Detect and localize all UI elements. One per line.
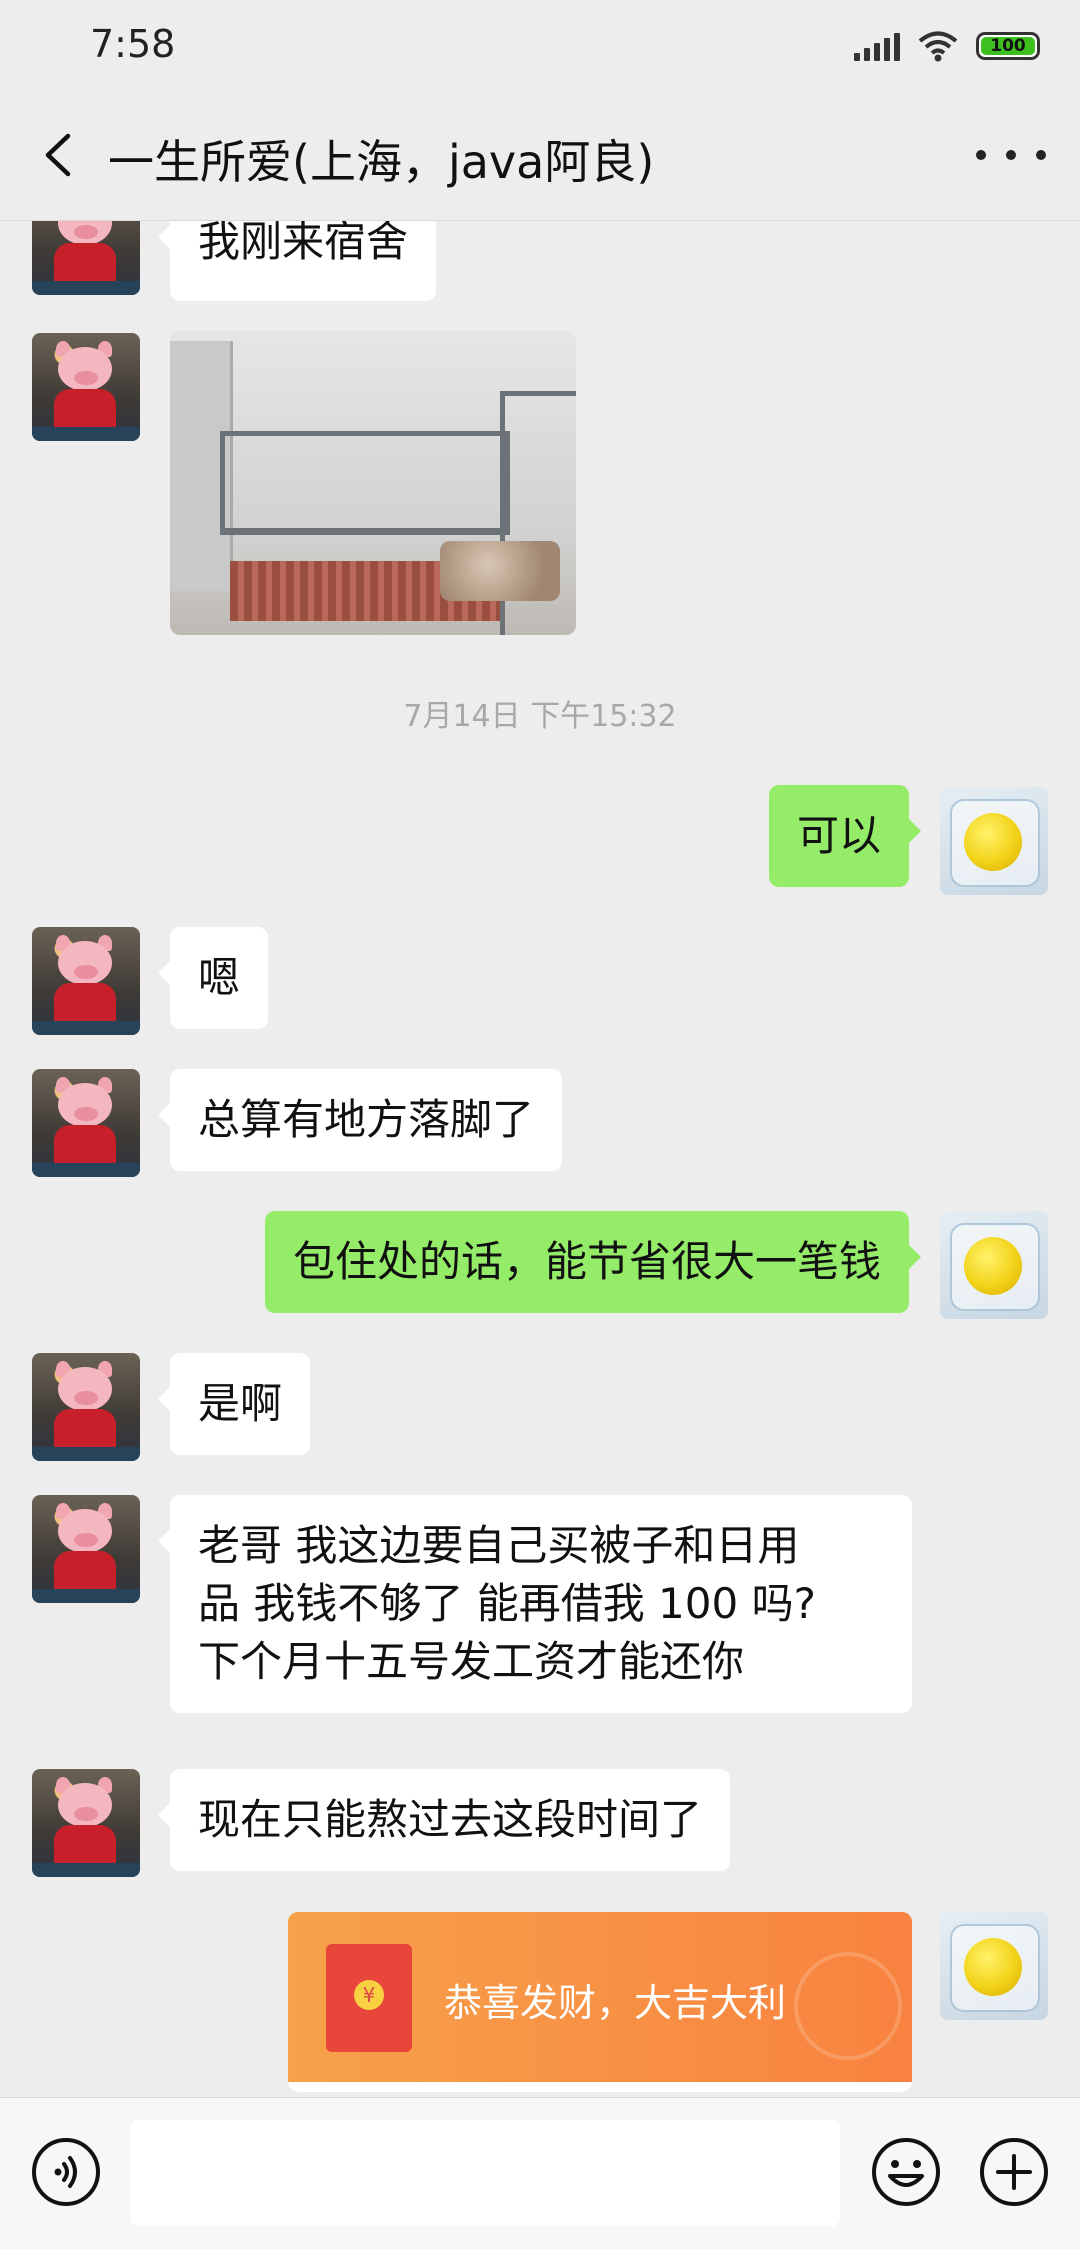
message-text-line: 老哥 我这边要自己买被子和日用 [198, 1521, 800, 1570]
red-packet-message[interactable]: ¥ 恭喜发财，大吉大利 [288, 1912, 912, 2092]
contact-avatar[interactable] [32, 927, 140, 1035]
back-button[interactable] [30, 122, 90, 188]
message-text: 我刚来宿舍 [198, 221, 409, 266]
red-packet-decoration [794, 1952, 902, 2060]
message-text: 是啊 [198, 1379, 283, 1428]
wifi-icon [918, 31, 958, 62]
voice-button[interactable] [30, 2136, 102, 2208]
message-bubble-incoming[interactable]: 老哥 我这边要自己买被子和日用 品 我钱不够了 能再借我 100 吗? 下个月十… [158, 1495, 912, 1713]
coin-icon: ¥ [354, 1980, 384, 2010]
message-text-line: 下个月十五号发工资才能还你 [198, 1637, 745, 1686]
more-functions-button[interactable] [978, 2136, 1050, 2208]
emoji-button[interactable] [870, 2136, 942, 2208]
chat-title: 一生所爱(上海，java阿良) [108, 135, 655, 189]
message-bubble-outgoing[interactable]: 包住处的话，能节省很大一笔钱 [264, 1211, 922, 1313]
my-avatar[interactable] [940, 787, 1048, 895]
more-icon-dot [1036, 150, 1046, 160]
message-bubble-outgoing[interactable]: 可以 [768, 785, 922, 887]
red-packet-text: 恭喜发财，大吉大利 [444, 1981, 787, 2025]
message-bubble-incoming[interactable]: 是啊 [157, 1353, 311, 1455]
chat-header: 一生所爱(上海，java阿良) [0, 92, 1080, 221]
contact-avatar[interactable] [32, 1353, 140, 1461]
status-bar: 7:58 100 [0, 0, 1080, 92]
message-text: 现在只能熬过去这段时间了 [198, 1795, 703, 1844]
message-bubble-incoming[interactable]: 嗯 [157, 927, 269, 1029]
contact-avatar[interactable] [32, 1069, 140, 1177]
more-icon-dot [1006, 150, 1016, 160]
chat-area[interactable]: 我刚来宿舍 7月14日 下午15:32 可以 嗯 总算有地方落脚了 包住处的话，… [0, 221, 1080, 2097]
more-button[interactable] [976, 132, 1046, 178]
status-time: 7:58 [90, 22, 176, 66]
contact-avatar[interactable] [32, 1495, 140, 1603]
signal-icon [854, 31, 900, 61]
message-text-line: 品 我钱不够了 能再借我 100 吗? [198, 1579, 816, 1628]
battery-icon: 100 [976, 32, 1040, 60]
plus-icon [980, 2138, 1048, 2206]
contact-avatar[interactable] [32, 221, 140, 295]
message-text: 嗯 [198, 953, 241, 1002]
my-avatar[interactable] [940, 1912, 1048, 2020]
more-icon-dot [976, 150, 986, 160]
back-icon [45, 133, 71, 177]
my-avatar[interactable] [940, 1211, 1048, 1319]
message-input[interactable] [130, 2120, 840, 2226]
emoji-icon [872, 2138, 940, 2206]
message-bubble-incoming[interactable]: 总算有地方落脚了 [157, 1069, 563, 1171]
message-bubble-incoming[interactable]: 我刚来宿舍 [157, 221, 437, 301]
message-text: 可以 [796, 811, 881, 860]
input-bar [0, 2097, 1080, 2249]
contact-avatar[interactable] [32, 333, 140, 441]
message-text: 包住处的话，能节省很大一笔钱 [292, 1237, 881, 1286]
voice-icon [32, 2138, 100, 2206]
contact-avatar[interactable] [32, 1769, 140, 1877]
message-text: 总算有地方落脚了 [198, 1095, 535, 1144]
message-timestamp: 7月14日 下午15:32 [403, 699, 677, 734]
message-bubble-incoming[interactable]: 现在只能熬过去这段时间了 [157, 1769, 731, 1871]
red-packet-icon: ¥ [326, 1944, 412, 2052]
status-icons: 100 [854, 26, 1040, 66]
image-message[interactable] [170, 331, 576, 635]
battery-level: 100 [990, 36, 1026, 56]
